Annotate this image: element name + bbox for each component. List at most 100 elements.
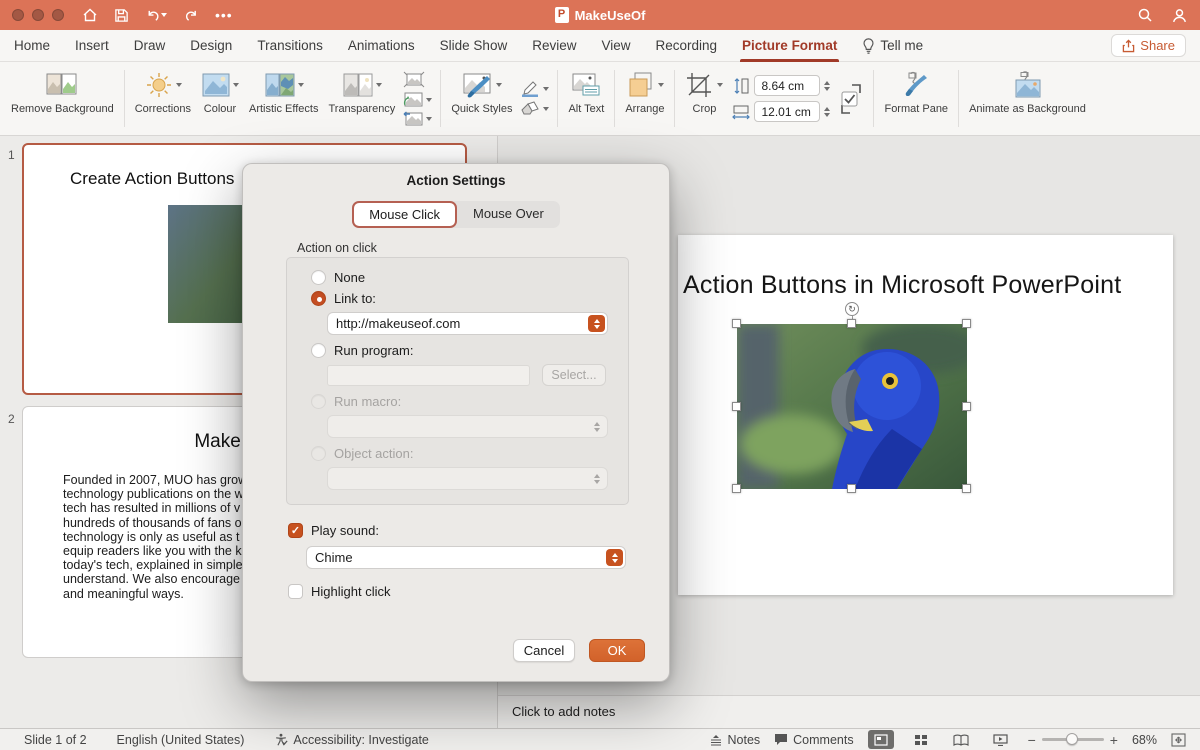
resize-handle-top-left[interactable] — [732, 319, 741, 328]
reset-picture-button[interactable] — [403, 111, 432, 126]
chevron-down-icon — [176, 83, 182, 90]
resize-handle-bottom-left[interactable] — [732, 484, 741, 493]
highlight-click-checkbox[interactable] — [288, 584, 303, 599]
tab-view[interactable]: View — [601, 30, 630, 62]
arrange-button[interactable]: Arrange — [620, 65, 669, 132]
link-to-option[interactable]: Link to: — [311, 291, 628, 306]
tab-mouse-click[interactable]: Mouse Click — [352, 201, 457, 228]
zoom-percentage[interactable]: 68% — [1132, 733, 1157, 747]
share-button[interactable]: Share — [1111, 34, 1186, 57]
search-icon[interactable] — [1137, 7, 1153, 23]
link-to-radio[interactable] — [311, 291, 326, 306]
fit-to-window-button[interactable] — [1171, 733, 1186, 747]
artistic-effects-icon — [264, 72, 296, 98]
resize-handle-bottom-right[interactable] — [962, 484, 971, 493]
picture-effects-button[interactable] — [520, 101, 549, 116]
width-input[interactable]: 12.01 cm — [754, 101, 820, 122]
none-option[interactable]: None — [311, 270, 628, 285]
resize-handle-middle-right[interactable] — [962, 402, 971, 411]
tab-animations[interactable]: Animations — [348, 30, 415, 62]
link-to-dropdown[interactable]: http://makeuseof.com — [327, 312, 608, 335]
tab-picture-format[interactable]: Picture Format — [742, 30, 837, 62]
account-icon[interactable] — [1171, 7, 1188, 24]
run-program-option[interactable]: Run program: — [311, 343, 628, 358]
tab-home[interactable]: Home — [14, 30, 50, 62]
slideshow-view-button[interactable] — [988, 730, 1014, 749]
none-radio[interactable] — [311, 270, 326, 285]
window-controls[interactable] — [12, 9, 64, 21]
lock-aspect-ratio-checkbox[interactable] — [834, 65, 868, 132]
selected-picture[interactable]: ↻ — [737, 324, 967, 489]
home-icon[interactable] — [82, 7, 98, 23]
slide-2-body-text: Founded in 2007, MUO has grow technology… — [63, 473, 247, 601]
resize-handle-top-center[interactable] — [847, 319, 856, 328]
tab-slide-show[interactable]: Slide Show — [440, 30, 508, 62]
highlight-click-option[interactable]: Highlight click — [288, 584, 390, 599]
zoom-out-button[interactable]: − — [1028, 732, 1036, 748]
undo-button[interactable] — [145, 8, 167, 23]
zoom-window-icon[interactable] — [52, 9, 64, 21]
select-program-button[interactable]: Select... — [542, 364, 606, 386]
arrange-icon — [626, 71, 656, 99]
animate-as-background-icon — [1011, 71, 1043, 99]
compress-pictures-button[interactable] — [403, 71, 432, 88]
undo-dropdown-icon[interactable] — [161, 13, 167, 20]
remove-background-button[interactable]: Remove Background — [6, 65, 119, 132]
zoom-slider[interactable] — [1042, 738, 1104, 741]
tab-mouse-over[interactable]: Mouse Over — [457, 201, 560, 228]
language-setting[interactable]: English (United States) — [117, 733, 245, 747]
tab-recording[interactable]: Recording — [656, 30, 718, 62]
alt-text-button[interactable]: Alt Text — [563, 65, 609, 132]
picture-border-button[interactable] — [520, 81, 549, 97]
slide-title-text[interactable]: Action Buttons in Microsoft PowerPoint — [683, 271, 1121, 300]
rotate-handle[interactable]: ↻ — [845, 302, 859, 316]
more-commands-icon[interactable]: ••• — [215, 7, 233, 23]
format-pane-button[interactable]: Format Pane — [879, 65, 953, 132]
redo-icon[interactable] — [183, 8, 199, 23]
width-stepper[interactable] — [824, 104, 830, 120]
tab-transitions[interactable]: Transitions — [257, 30, 323, 62]
crop-button[interactable]: Crop — [680, 65, 728, 132]
run-program-input[interactable] — [327, 365, 530, 386]
zoom-in-button[interactable]: + — [1110, 732, 1118, 748]
parrot-image — [737, 324, 967, 489]
notes-placeholder[interactable]: Click to add notes — [498, 696, 1200, 719]
colour-button[interactable]: Colour — [196, 65, 244, 132]
dropdown-stepper-icon — [588, 470, 605, 487]
tab-review[interactable]: Review — [532, 30, 576, 62]
height-stepper[interactable] — [824, 78, 830, 94]
tell-me-button[interactable]: Tell me — [862, 38, 923, 54]
zoom-control: − + — [1028, 732, 1118, 748]
transparency-button[interactable]: Transparency — [323, 65, 400, 132]
ok-button[interactable]: OK — [589, 639, 645, 662]
resize-handle-middle-left[interactable] — [732, 402, 741, 411]
corrections-button[interactable]: Corrections — [130, 65, 196, 132]
resize-handle-top-right[interactable] — [962, 319, 971, 328]
notes-pane[interactable]: Click to add notes — [498, 695, 1200, 728]
resize-handle-bottom-center[interactable] — [847, 484, 856, 493]
zoom-slider-knob[interactable] — [1066, 733, 1078, 745]
height-input[interactable]: 8.64 cm — [754, 75, 820, 96]
tab-insert[interactable]: Insert — [75, 30, 109, 62]
slide-sorter-view-button[interactable] — [908, 730, 934, 749]
minimize-window-icon[interactable] — [32, 9, 44, 21]
artistic-effects-button[interactable]: Artistic Effects — [244, 65, 323, 132]
slide-editing-canvas[interactable]: Action Buttons in Microsoft PowerPoint — [678, 235, 1173, 595]
accessibility-status[interactable]: Accessibility: Investigate — [274, 733, 428, 747]
sound-dropdown[interactable]: Chime — [306, 546, 626, 569]
animate-as-background-button[interactable]: Animate as Background — [964, 65, 1091, 132]
reading-view-button[interactable] — [948, 730, 974, 749]
normal-view-button[interactable] — [868, 730, 894, 749]
notes-toggle-button[interactable]: Notes — [709, 733, 761, 747]
quick-styles-button[interactable]: Quick Styles — [446, 65, 517, 132]
close-window-icon[interactable] — [12, 9, 24, 21]
comments-toggle-button[interactable]: Comments — [774, 733, 853, 747]
play-sound-checkbox[interactable]: ✓ — [288, 523, 303, 538]
play-sound-option[interactable]: ✓ Play sound: — [288, 523, 379, 538]
cancel-button[interactable]: Cancel — [513, 639, 575, 662]
tab-draw[interactable]: Draw — [134, 30, 166, 62]
run-program-radio[interactable] — [311, 343, 326, 358]
save-icon[interactable] — [114, 8, 129, 23]
tab-design[interactable]: Design — [190, 30, 232, 62]
change-picture-button[interactable] — [403, 92, 432, 107]
